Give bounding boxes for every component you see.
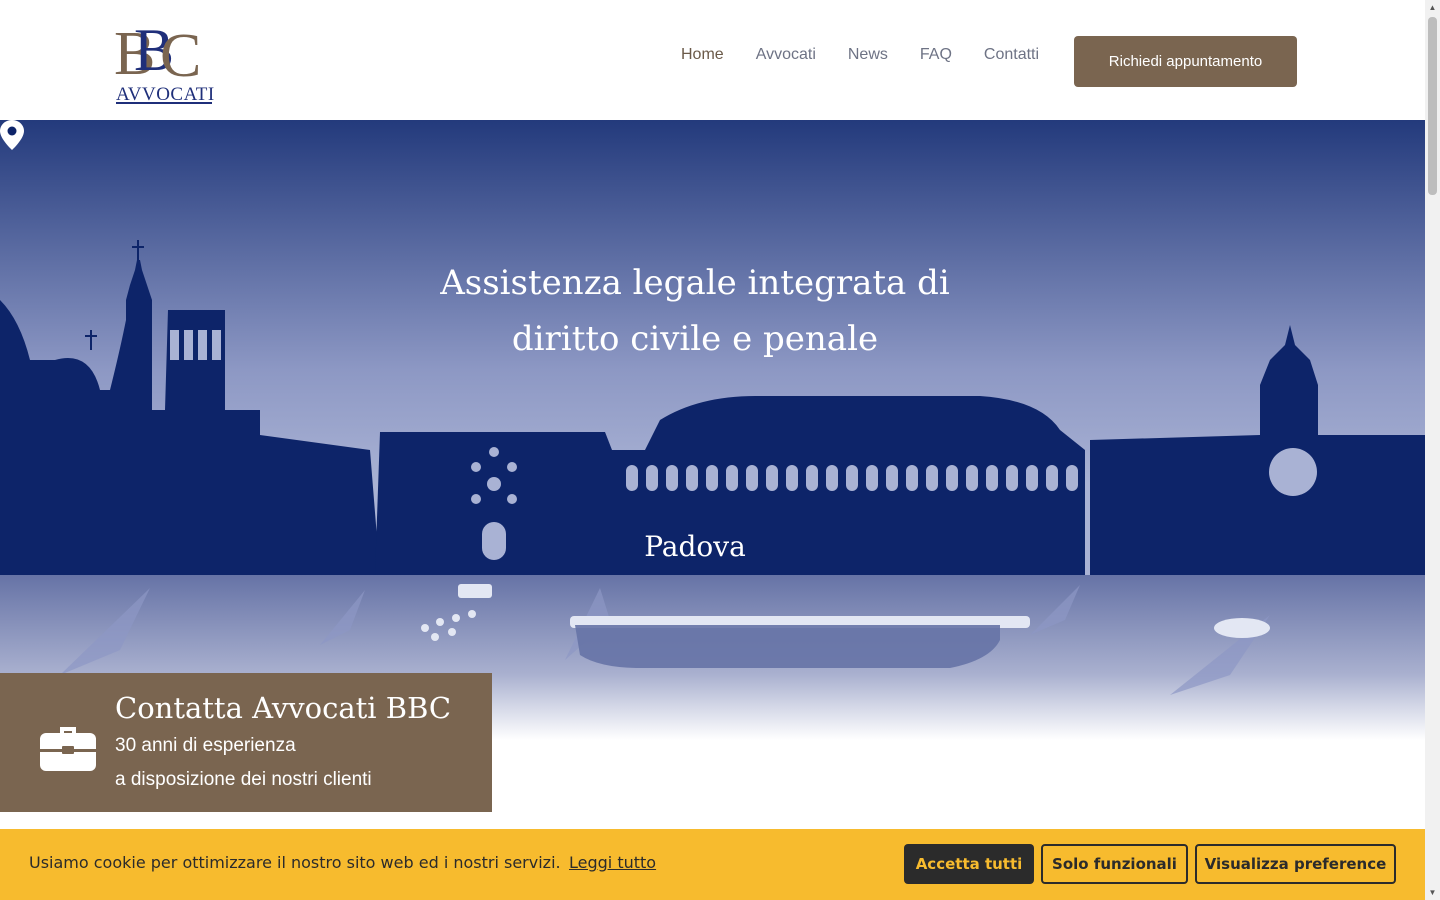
contact-title: Contatta Avvocati BBC [115, 691, 452, 725]
functional-only-button[interactable]: Solo funzionali [1041, 844, 1188, 884]
cookie-message: Usiamo cookie per ottimizzare il nostro … [29, 853, 561, 872]
main-nav: Home Avvocati News FAQ Contatti [665, 46, 1055, 64]
hero-section: Assistenza legale integrata di diritto c… [0, 120, 1425, 740]
nav-news[interactable]: News [832, 46, 904, 64]
scroll-down-arrow-icon[interactable]: ▼ [1425, 885, 1440, 900]
cookie-read-more-link[interactable]: Leggi tutto [569, 853, 656, 872]
scroll-up-arrow-icon[interactable]: ▲ [1425, 0, 1440, 15]
nav-avvocati[interactable]: Avvocati [740, 46, 832, 64]
nav-contatti[interactable]: Contatti [968, 46, 1055, 64]
nav-home[interactable]: Home [665, 46, 740, 64]
bbc-monogram-icon: B B C [114, 17, 201, 84]
accept-all-button[interactable]: Accetta tutti [904, 844, 1034, 884]
padova-skyline-illustration [0, 120, 1425, 740]
logo-underline [116, 102, 212, 104]
briefcase-icon [40, 727, 96, 771]
bbc-logo[interactable]: B B C AVVOCATI [114, 14, 214, 106]
site-header: B B C AVVOCATI Home Avvocati News FAQ Co… [0, 0, 1425, 120]
hero-title-line2: diritto civile e penale [511, 319, 879, 359]
request-appointment-button[interactable]: Richiedi appuntamento [1074, 36, 1297, 87]
city-label: Padova [644, 530, 746, 563]
page-scrollbar[interactable]: ▲ ▼ [1425, 0, 1440, 900]
hero-title-line1: Assistenza legale integrata di [440, 263, 950, 303]
contact-box[interactable]: Contatta Avvocati BBC 30 anni di esperie… [0, 673, 492, 812]
map-pin-icon [0, 120, 24, 150]
contact-line1: 30 anni di esperienza [115, 735, 296, 756]
nav-faq[interactable]: FAQ [904, 46, 968, 64]
hero-title: Assistenza legale integrata di diritto c… [0, 255, 1390, 367]
svg-text:C: C [160, 22, 201, 84]
view-preferences-button[interactable]: Visualizza preference [1195, 844, 1396, 884]
scroll-thumb[interactable] [1428, 17, 1437, 195]
cookie-banner: Usiamo cookie per ottimizzare il nostro … [0, 829, 1425, 900]
contact-line2: a disposizione dei nostri clienti [115, 769, 372, 790]
